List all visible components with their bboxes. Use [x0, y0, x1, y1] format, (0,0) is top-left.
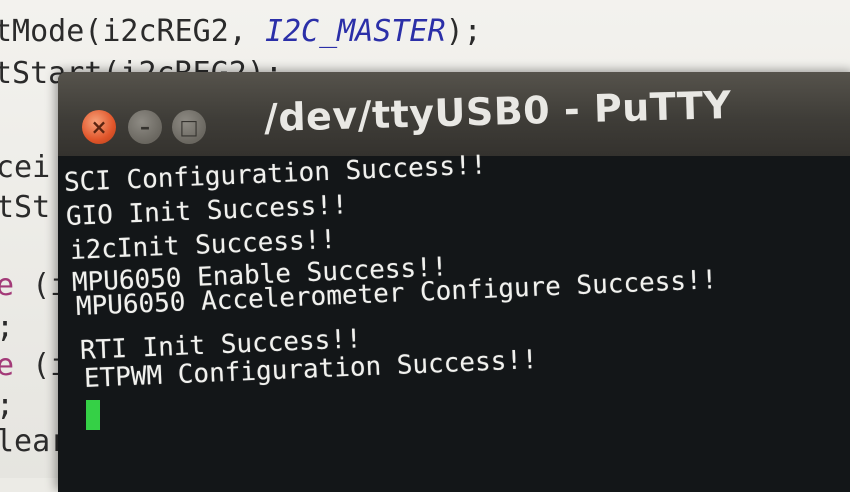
- code-line: tMode(i2cREG2, I2C_MASTER);: [0, 14, 482, 49]
- window-title: /dev/ttyUSB0 - PuTTY: [263, 82, 733, 140]
- minimize-icon: –: [140, 115, 150, 139]
- terminal-line: SCI Configuration Success!!: [63, 150, 487, 198]
- close-button[interactable]: ×: [82, 110, 116, 144]
- code-line: ;: [0, 388, 14, 423]
- close-icon: ×: [90, 115, 108, 139]
- putty-window[interactable]: × – □ /dev/ttyUSB0 - PuTTY SCI Configura…: [58, 72, 850, 492]
- code-line: ;: [0, 310, 14, 345]
- terminal-cursor: [86, 400, 100, 430]
- window-titlebar[interactable]: × – □ /dev/ttyUSB0 - PuTTY: [58, 72, 850, 156]
- code-line: cei: [0, 150, 51, 185]
- minimize-button[interactable]: –: [128, 110, 162, 144]
- terminal-output[interactable]: SCI Configuration Success!! GIO Init Suc…: [58, 150, 850, 492]
- maximize-icon: □: [179, 115, 199, 139]
- code-line: tSt: [0, 190, 51, 225]
- maximize-button[interactable]: □: [172, 110, 206, 144]
